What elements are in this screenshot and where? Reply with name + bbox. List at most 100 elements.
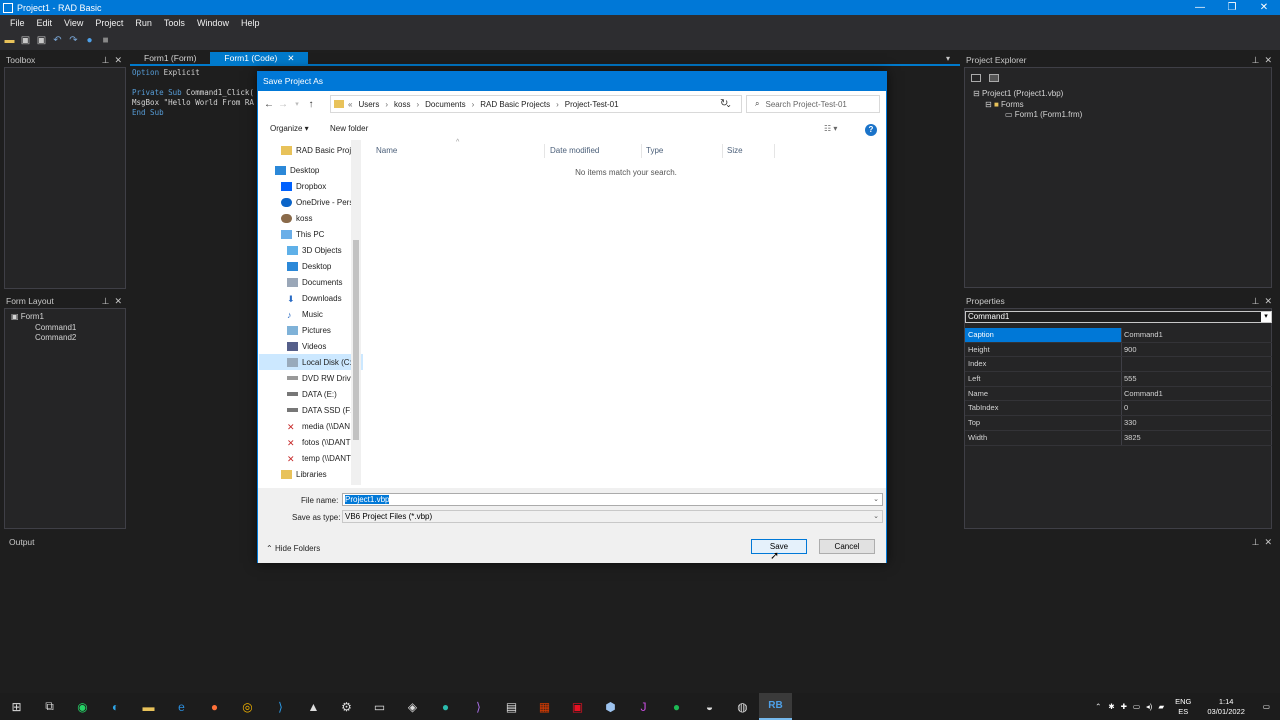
nav-item[interactable]: Desktop bbox=[287, 258, 331, 274]
output-panel[interactable] bbox=[3, 549, 1276, 689]
close-icon[interactable]: ✕ bbox=[1264, 296, 1272, 307]
nav-scrollbar[interactable] bbox=[351, 140, 361, 485]
address-bar[interactable]: « Users › koss › Documents › RAD Basic Proj… bbox=[330, 95, 742, 113]
tray-icon[interactable]: ✚ bbox=[1121, 702, 1127, 711]
tray-icon[interactable]: ✱ bbox=[1108, 702, 1114, 711]
hide-folders-button[interactable]: ⌃ Hide Folders bbox=[266, 544, 320, 553]
save-all-icon[interactable]: ▣ bbox=[36, 35, 47, 46]
tree-item-form1[interactable]: ▣ Form1 bbox=[11, 312, 125, 323]
tray-icon[interactable]: ▰ bbox=[1158, 702, 1164, 711]
vscode-icon[interactable]: ⟩ bbox=[264, 693, 297, 720]
pin-icon[interactable]: ⊥ bbox=[1252, 296, 1260, 307]
firefox-icon[interactable]: ● bbox=[198, 693, 231, 720]
menu-file[interactable]: File bbox=[4, 18, 31, 28]
property-row[interactable]: TabIndex 0 bbox=[965, 401, 1272, 417]
save-as-type-select[interactable]: VB6 Project Files (*.vbp) ⌄ bbox=[342, 510, 883, 523]
pin-icon[interactable]: ⊥ bbox=[1252, 537, 1260, 548]
undo-icon[interactable]: ↶ bbox=[52, 35, 63, 46]
object-selector[interactable]: Command1 ▾ bbox=[965, 311, 1272, 323]
stop-icon[interactable]: ■ bbox=[100, 35, 111, 46]
redo-icon[interactable]: ↷ bbox=[68, 35, 79, 46]
nav-item[interactable]: ♪ Music bbox=[287, 306, 323, 322]
maximize-button[interactable]: ❐ bbox=[1216, 0, 1248, 15]
save-icon[interactable]: ▣ bbox=[20, 35, 31, 46]
nav-item[interactable]: RAD Basic Projec bbox=[281, 142, 360, 158]
minimize-button[interactable]: — bbox=[1184, 0, 1216, 15]
terminal-icon[interactable]: ▭ bbox=[363, 693, 396, 720]
view-object-icon[interactable] bbox=[989, 74, 999, 82]
nav-item[interactable]: Dropbox bbox=[281, 178, 326, 194]
rad-basic-icon[interactable]: RB bbox=[759, 693, 792, 720]
close-icon[interactable]: ✕ bbox=[1264, 537, 1272, 548]
volume-icon[interactable]: ◂) bbox=[1146, 702, 1152, 711]
property-row[interactable]: Name Command1 bbox=[965, 386, 1272, 402]
nav-item[interactable]: ✕ media (\\DAN bbox=[287, 418, 350, 434]
column-size[interactable]: Size bbox=[727, 146, 743, 155]
close-icon[interactable]: ✕ bbox=[114, 296, 122, 307]
menu-window[interactable]: Window bbox=[191, 18, 235, 28]
close-tab-icon[interactable]: ✕ bbox=[287, 53, 294, 64]
notification-icon[interactable]: ▭ bbox=[1263, 702, 1270, 711]
app-icon[interactable]: ◍ bbox=[726, 693, 759, 720]
language-indicator[interactable]: ENG ES bbox=[1175, 697, 1191, 717]
clock[interactable]: 1:14 03/01/2022 bbox=[1207, 697, 1245, 717]
file-explorer-icon[interactable]: ▬ bbox=[132, 693, 165, 720]
tree-item-command2[interactable]: Command2 bbox=[11, 333, 125, 344]
scrollbar-thumb[interactable] bbox=[353, 240, 359, 440]
refresh-icon[interactable]: ↻ bbox=[720, 98, 728, 109]
internet-explorer-icon[interactable]: e bbox=[165, 693, 198, 720]
menu-view[interactable]: View bbox=[58, 18, 89, 28]
nav-item[interactable]: 3D Objects bbox=[287, 242, 342, 258]
tray-arrow-icon[interactable]: ⌃ bbox=[1095, 702, 1101, 711]
column-type[interactable]: Type bbox=[646, 146, 663, 155]
search-input[interactable]: ⌕ Search Project-Test-01 bbox=[746, 95, 880, 113]
app-icon[interactable]: ▤ bbox=[495, 693, 528, 720]
property-row[interactable]: Width 3825 bbox=[965, 430, 1272, 446]
cancel-button[interactable]: Cancel bbox=[819, 539, 875, 554]
app-icon[interactable]: ▦ bbox=[528, 693, 561, 720]
whatsapp-icon[interactable]: ◉ bbox=[66, 693, 99, 720]
open-icon[interactable]: ▬ bbox=[4, 35, 15, 46]
nav-item[interactable]: Libraries bbox=[281, 466, 327, 482]
column-date-modified[interactable]: Date modified bbox=[550, 146, 599, 155]
run-icon[interactable]: ● bbox=[84, 35, 95, 46]
property-row[interactable]: Left 555 bbox=[965, 372, 1272, 387]
chevron-down-icon[interactable]: ⌄ bbox=[873, 494, 879, 505]
spotify-icon[interactable]: ● bbox=[660, 693, 693, 720]
pin-icon[interactable]: ⊥ bbox=[1252, 55, 1260, 66]
tabs-dropdown-icon[interactable]: ▾ bbox=[946, 54, 950, 63]
nav-item[interactable]: DVD RW Drive bbox=[287, 370, 355, 386]
tree-item-form1[interactable]: ▭ Form1 (Form1.frm) bbox=[973, 110, 1271, 121]
close-button[interactable]: ✕ bbox=[1248, 0, 1280, 15]
edge-icon[interactable]: ◐ bbox=[99, 693, 132, 720]
app-icon[interactable]: ● bbox=[429, 693, 462, 720]
nav-item[interactable]: ⬇ Downloads bbox=[287, 290, 342, 306]
nav-item[interactable]: ✕ temp (\\DANTI bbox=[287, 450, 353, 466]
nav-item[interactable]: koss bbox=[281, 210, 312, 226]
pin-icon[interactable]: ⊥ bbox=[102, 296, 110, 307]
breadcrumb-rad-basic-projects[interactable]: RAD Basic Projects bbox=[480, 100, 550, 109]
nav-item-selected[interactable]: Local Disk (C:) bbox=[259, 354, 363, 370]
breadcrumb-koss[interactable]: koss bbox=[394, 100, 410, 109]
tab-form-code[interactable]: Form1 (Code) ✕ bbox=[210, 52, 309, 64]
property-row[interactable]: Index bbox=[965, 357, 1272, 373]
help-icon[interactable]: ? bbox=[865, 124, 877, 136]
jetbrains-icon[interactable]: J bbox=[627, 693, 660, 720]
file-name-input[interactable]: Project1.vbp ⌄ bbox=[342, 493, 883, 506]
task-view-icon[interactable]: ⧉ bbox=[33, 693, 66, 720]
collapse-icon[interactable]: ▣ bbox=[11, 312, 21, 321]
forward-icon[interactable]: → bbox=[276, 99, 290, 110]
breadcrumb-documents[interactable]: Documents bbox=[425, 100, 465, 109]
breadcrumb-users[interactable]: Users bbox=[358, 100, 379, 109]
recent-dropdown-icon[interactable]: ▾ bbox=[290, 100, 304, 108]
network-icon[interactable]: ▭ bbox=[1133, 702, 1140, 711]
app-icon[interactable]: ⚙ bbox=[330, 693, 363, 720]
chrome-icon[interactable]: ◎ bbox=[231, 693, 264, 720]
close-icon[interactable]: ✕ bbox=[1264, 55, 1272, 66]
view-code-icon[interactable] bbox=[971, 74, 981, 82]
property-row[interactable]: Height 900 bbox=[965, 342, 1272, 358]
menu-run[interactable]: Run bbox=[129, 18, 158, 28]
column-name[interactable]: Name bbox=[376, 146, 397, 155]
menu-help[interactable]: Help bbox=[235, 18, 266, 28]
tree-item-command1[interactable]: Command1 bbox=[11, 323, 125, 334]
